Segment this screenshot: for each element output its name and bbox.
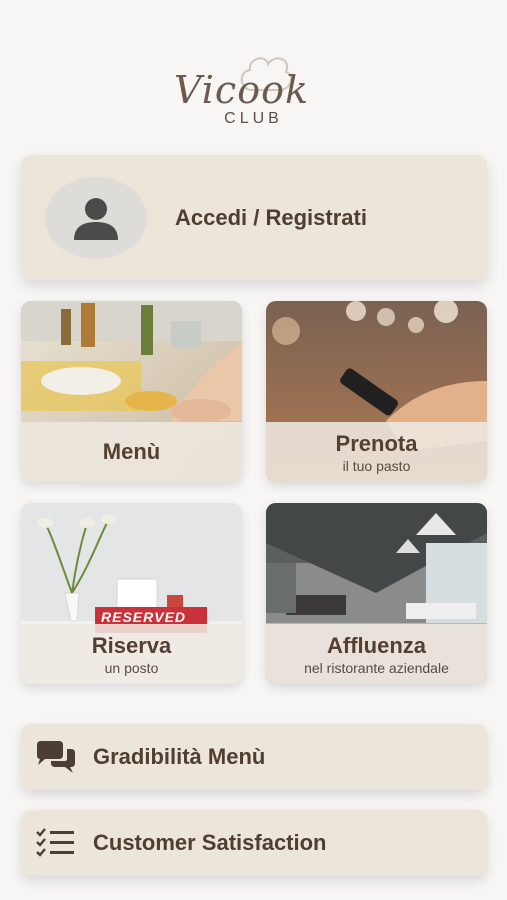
logo-subtitle: CLUB: [224, 110, 283, 127]
tile-subtitle: nel ristorante aziendale: [304, 659, 449, 676]
book-meal-tile[interactable]: Prenota il tuo pasto: [266, 301, 487, 482]
tile-title: Affluenza: [327, 632, 426, 658]
menu-rating-label: Gradibilità Menù: [93, 744, 266, 769]
tile-subtitle: un posto: [104, 659, 159, 676]
avatar: [45, 176, 147, 259]
tile-title: Riserva: [91, 632, 172, 658]
occupancy-tile-label: Affluenza nel ristorante aziendale: [266, 624, 487, 684]
logo-wordmark: Vicook: [174, 68, 309, 112]
reserve-seat-tile-label: Riserva un posto: [21, 624, 242, 684]
user-icon: [74, 197, 118, 240]
menu-tile-label: Menù: [21, 422, 242, 482]
tile-subtitle: il tuo pasto: [342, 457, 411, 474]
reserved-sign-text: RESERVED: [101, 609, 187, 625]
customer-satisfaction-button[interactable]: Customer Satisfaction: [21, 810, 487, 876]
app-logo: Vicook CLUB: [150, 48, 357, 132]
chat-bubbles-icon: [33, 739, 77, 775]
checklist-icon: [33, 825, 77, 861]
login-register-label: Accedi / Registrati: [175, 204, 367, 230]
home-screen: Vicook CLUB Accedi / Registrati Menù Pre…: [0, 0, 507, 900]
book-meal-tile-label: Prenota il tuo pasto: [266, 422, 487, 482]
login-register-button[interactable]: Accedi / Registrati: [21, 155, 487, 280]
reserve-seat-tile[interactable]: RESERVED Riserva un posto: [21, 503, 242, 684]
menu-tile[interactable]: Menù: [21, 301, 242, 482]
tile-title: Prenota: [335, 430, 418, 456]
menu-rating-button[interactable]: Gradibilità Menù: [21, 724, 487, 790]
tile-title: Menù: [102, 439, 161, 464]
occupancy-tile[interactable]: Affluenza nel ristorante aziendale: [266, 503, 487, 684]
customer-satisfaction-label: Customer Satisfaction: [93, 830, 327, 855]
